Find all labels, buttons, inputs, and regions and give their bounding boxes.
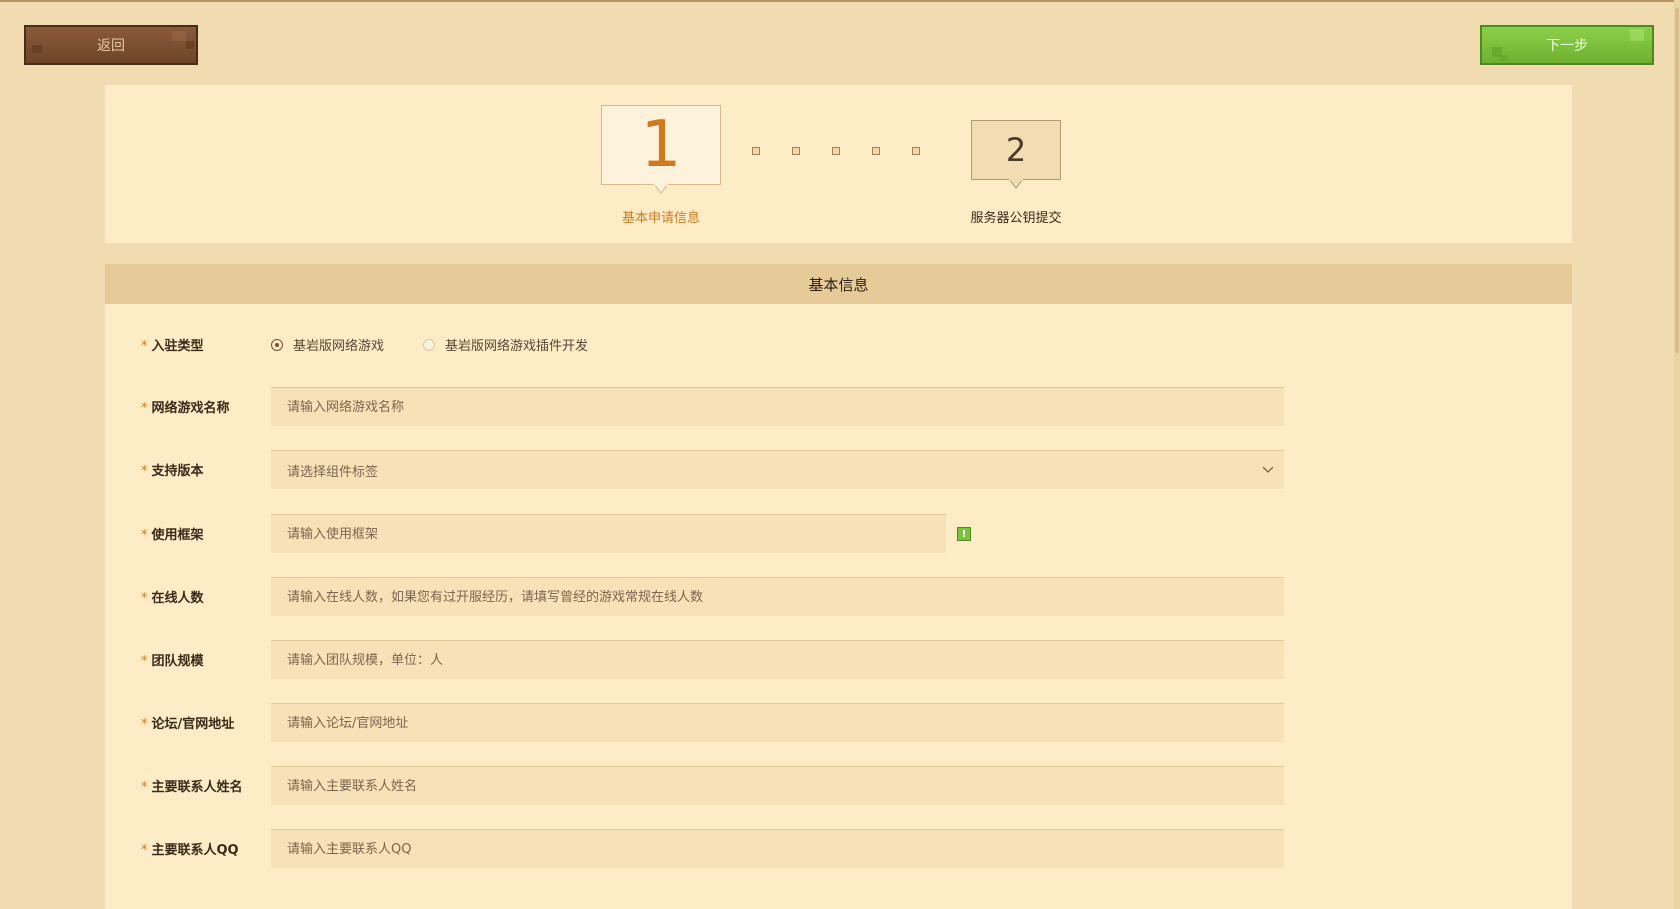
label-online: * 在线人数 <box>141 591 204 606</box>
game-name-input[interactable] <box>287 399 1284 415</box>
radio-bedrock-game[interactable]: 基岩版网络游戏 <box>271 335 384 354</box>
contact-qq-field[interactable] <box>271 829 1284 868</box>
team-field[interactable] <box>271 640 1284 679</box>
version-select[interactable]: 请选择组件标签 <box>271 450 1284 489</box>
framework-field[interactable] <box>271 514 946 553</box>
contact-qq-input[interactable] <box>287 841 1284 857</box>
label-contact-name: * 主要联系人姓名 <box>141 780 243 795</box>
top-border <box>0 0 1680 2</box>
pixel-texture <box>32 45 42 53</box>
team-input[interactable] <box>287 652 1284 668</box>
steps-panel: 1 基本申请信息 2 服务器公钥提交 <box>105 85 1572 243</box>
step-1-pointer-icon <box>654 184 668 194</box>
online-field[interactable] <box>271 577 1284 616</box>
radio-bedrock-game-label: 基岩版网络游戏 <box>293 339 385 354</box>
page: 返回 下一步 1 基本申请信息 2 服务器公钥提交 基本信息 * 入驻类型 基岩… <box>0 0 1680 909</box>
radio-bedrock-plugin[interactable]: 基岩版网络游戏插件开发 <box>423 335 588 354</box>
version-select-placeholder: 请选择组件标签 <box>287 464 379 480</box>
label-website: * 论坛/官网地址 <box>141 717 235 732</box>
label-contact-qq: * 主要联系人QQ <box>141 843 239 858</box>
pixel-texture <box>172 31 186 41</box>
chevron-down-icon <box>1262 466 1274 473</box>
label-game-name: * 网络游戏名称 <box>141 401 230 416</box>
website-input[interactable] <box>287 715 1284 731</box>
form-section-title: 基本信息 <box>105 264 1572 304</box>
step-1-box: 1 <box>601 105 721 185</box>
contact-name-input[interactable] <box>287 778 1284 794</box>
contact-name-field[interactable] <box>271 766 1284 805</box>
back-button[interactable]: 返回 <box>24 25 198 65</box>
label-framework: * 使用框架 <box>141 528 204 543</box>
step-connector-dot <box>752 147 760 155</box>
framework-input[interactable] <box>287 526 946 542</box>
step-2-number: 2 <box>1005 131 1027 169</box>
step-2-label: 服务器公钥提交 <box>970 211 1062 226</box>
radio-checked-icon <box>271 338 283 351</box>
step-1-number: 1 <box>640 108 682 182</box>
step-2-pointer-icon <box>1009 179 1023 189</box>
back-button-label: 返回 <box>97 38 125 54</box>
pixel-texture <box>1500 55 1508 61</box>
label-type: * 入驻类型 <box>141 339 204 354</box>
next-step-button-label: 下一步 <box>1546 38 1588 54</box>
step-2-box: 2 <box>971 120 1061 180</box>
pixel-texture <box>1630 29 1644 41</box>
step-connector-dot <box>872 147 880 155</box>
label-team: * 团队规模 <box>141 654 204 669</box>
step-1-label: 基本申请信息 <box>621 211 700 226</box>
radio-bedrock-plugin-label: 基岩版网络游戏插件开发 <box>445 339 589 354</box>
required-mark: * <box>141 339 148 354</box>
online-input[interactable] <box>287 589 1284 605</box>
step-connector-dot <box>792 147 800 155</box>
scrollbar-thumb[interactable] <box>1675 8 1679 353</box>
website-field[interactable] <box>271 703 1284 742</box>
step-connector-dot <box>912 147 920 155</box>
radio-unchecked-icon <box>423 338 435 351</box>
label-version: * 支持版本 <box>141 464 204 479</box>
info-alert-icon[interactable]: ! <box>957 527 971 541</box>
next-step-button[interactable]: 下一步 <box>1480 25 1654 65</box>
step-connector-dot <box>832 147 840 155</box>
game-name-field[interactable] <box>271 387 1284 426</box>
pixel-texture <box>186 41 194 49</box>
